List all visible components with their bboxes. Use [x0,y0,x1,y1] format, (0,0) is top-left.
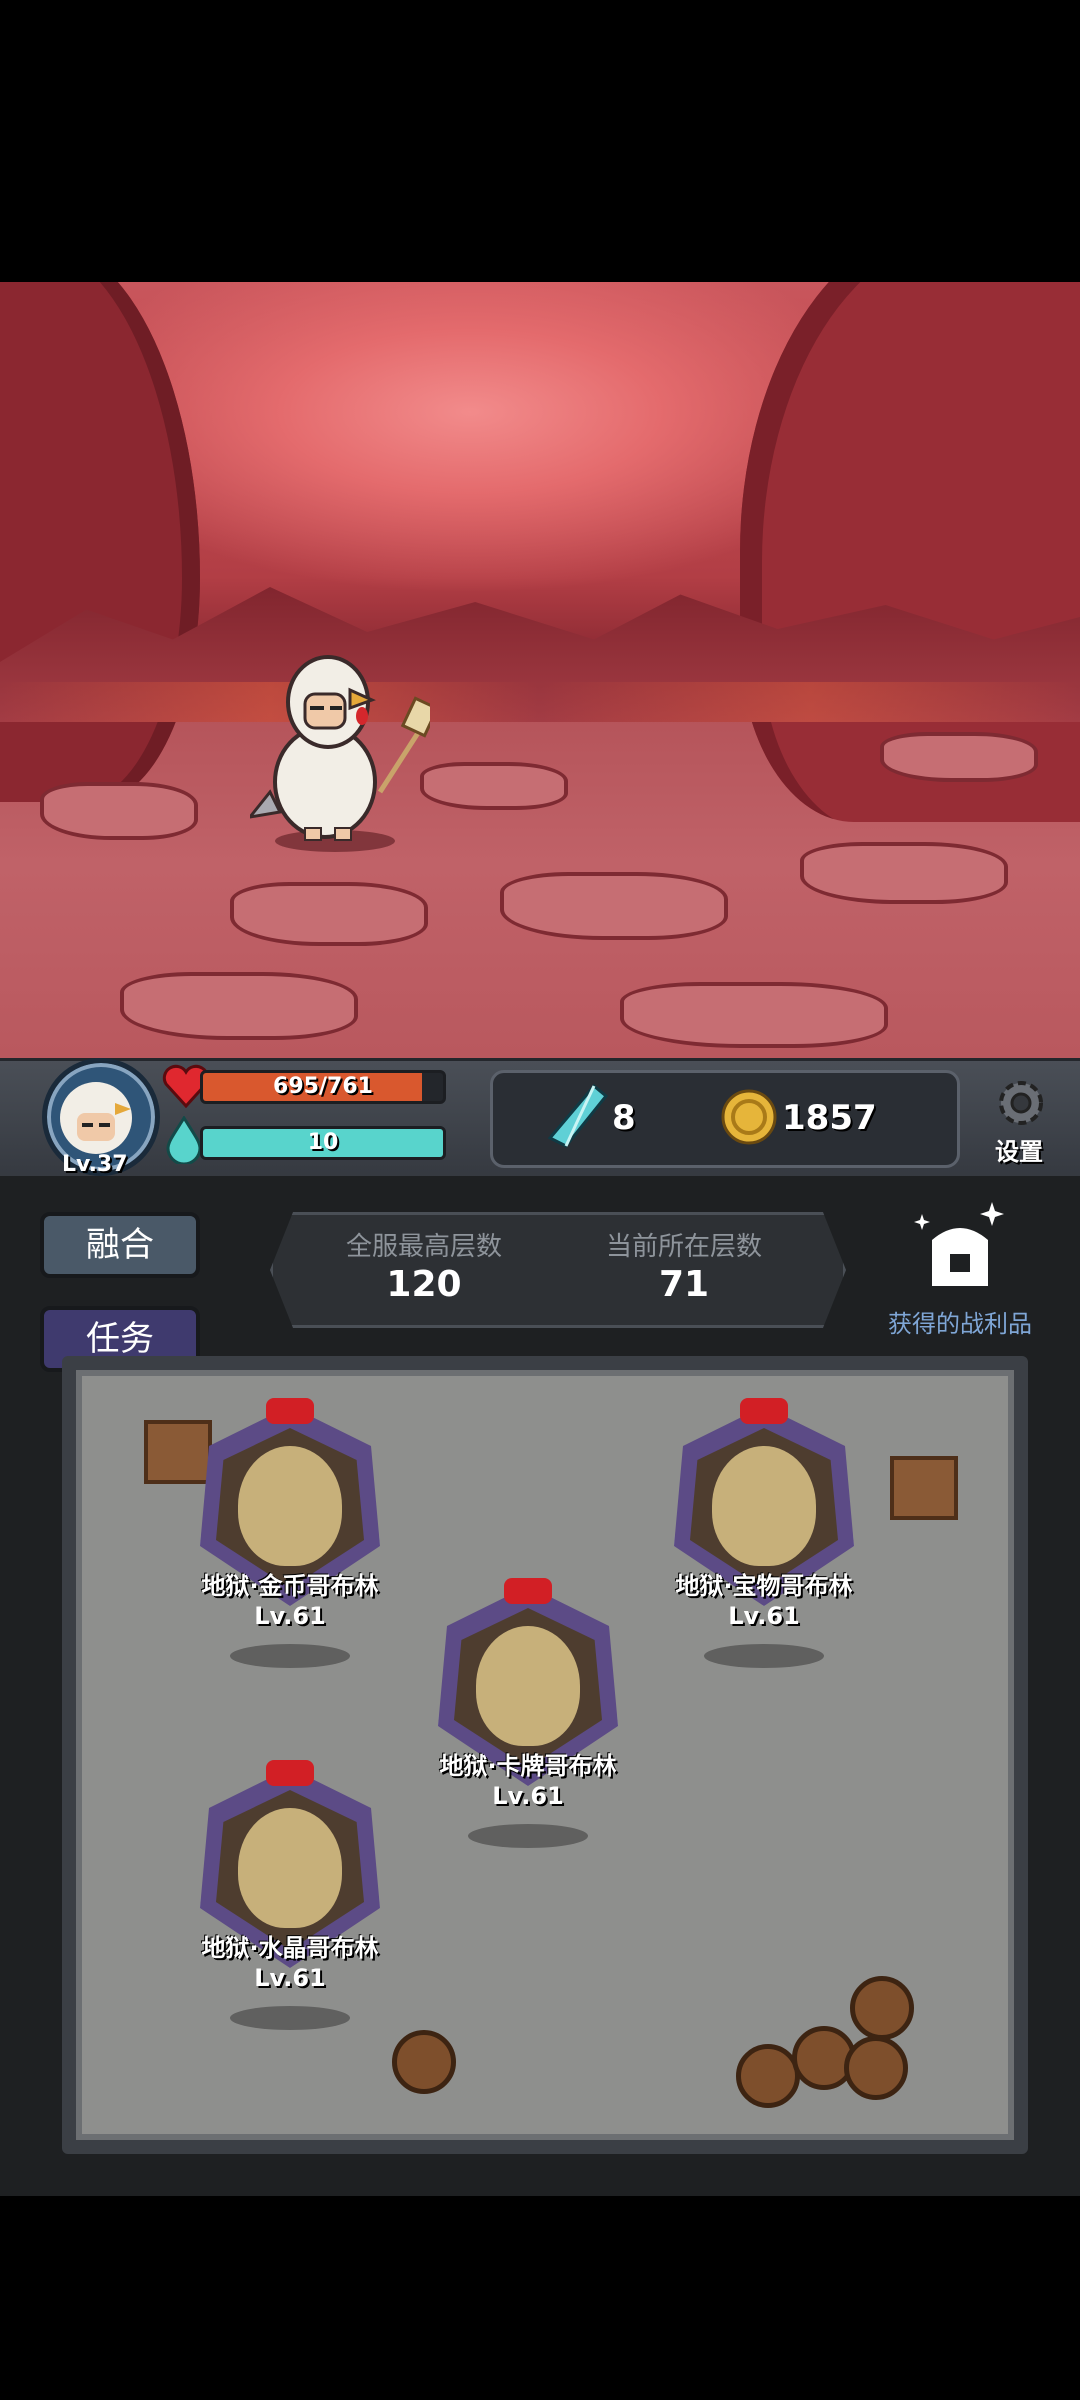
enemy-shadow [468,1824,588,1848]
red-bow-icon [504,1578,552,1604]
goblin-face-icon [238,1446,342,1566]
ground-stone [800,842,1008,904]
enemy-shadow [230,1644,350,1668]
ground-stone [620,982,888,1048]
goblin-face-icon [712,1446,816,1566]
best-floor-label: 全服最高层数 [345,1232,502,1262]
chicken-avatar-icon [60,1082,132,1154]
loot-button[interactable]: 获得的战利品 [880,1196,1040,1338]
gold-coin-icon [721,1089,777,1145]
wooden-barrel [844,2036,908,2100]
enemy-shadow [704,1644,824,1668]
ground-stone [230,882,428,946]
mana-value: 10 [307,1130,339,1155]
enemy-level: Lv.61 [254,1964,326,1992]
enemy-name: 地狱·金币哥布林 [201,1572,379,1600]
battle-scene [0,282,1080,1058]
hero-chicken-character [250,655,430,841]
ground-stone [420,762,568,810]
settings-button[interactable]: 设置 [974,1074,1064,1174]
wooden-barrel [392,2030,456,2094]
enemy-crystal-goblin[interactable]: 地狱·水晶哥布林 Lv.61 [180,1738,400,2038]
crystal-gem-icon [548,1084,608,1148]
hp-value: 695/761 [273,1074,373,1099]
current-floor-value: 71 [658,1264,710,1305]
goblin-face-icon [476,1626,580,1746]
hp-bar: 695/761 [200,1070,446,1104]
lava-glow [0,682,1080,722]
ground-stone [500,872,728,940]
cave-wall-left [0,282,200,802]
ground-stone [40,782,198,840]
ground-stone [120,972,358,1040]
red-bow-icon [740,1398,788,1424]
settings-label: 设置 [995,1138,1043,1166]
player-level: Lv.37 [62,1152,128,1177]
mana-bar: 10 [200,1126,446,1160]
enemy-card-goblin[interactable]: 地狱·卡牌哥布林 Lv.61 [418,1556,638,1856]
ground-stone [880,732,1038,782]
enemy-name: 地狱·卡牌哥布林 [439,1752,617,1780]
treasure-chest-icon [914,1202,1004,1286]
loot-label: 获得的战利品 [888,1310,1032,1338]
enemy-level: Lv.61 [492,1782,564,1810]
gear-icon [999,1081,1043,1125]
enemy-shadow [230,2006,350,2030]
enemy-level: Lv.61 [728,1602,800,1630]
gem-count: 8 [612,1098,636,1138]
red-bow-icon [266,1760,314,1786]
enemy-name: 地狱·宝物哥布林 [675,1572,853,1600]
best-floor-value: 120 [386,1264,462,1305]
fusion-button[interactable]: 融合 [40,1212,200,1278]
wooden-crate [890,1456,958,1520]
enemy-level: Lv.61 [254,1602,326,1630]
goblin-face-icon [238,1808,342,1928]
mana-drop-icon [166,1116,202,1164]
current-floor-label: 当前所在层数 [605,1232,762,1262]
gold-count: 1857 [782,1098,877,1138]
enemy-name: 地狱·水晶哥布林 [201,1934,379,1962]
enemy-treasure-goblin[interactable]: 地狱·宝物哥布林 Lv.61 [654,1376,874,1676]
wooden-barrel [850,1976,914,2040]
wooden-barrel [736,2044,800,2108]
enemy-gold-goblin[interactable]: 地狱·金币哥布林 Lv.61 [180,1376,400,1676]
red-bow-icon [266,1398,314,1424]
